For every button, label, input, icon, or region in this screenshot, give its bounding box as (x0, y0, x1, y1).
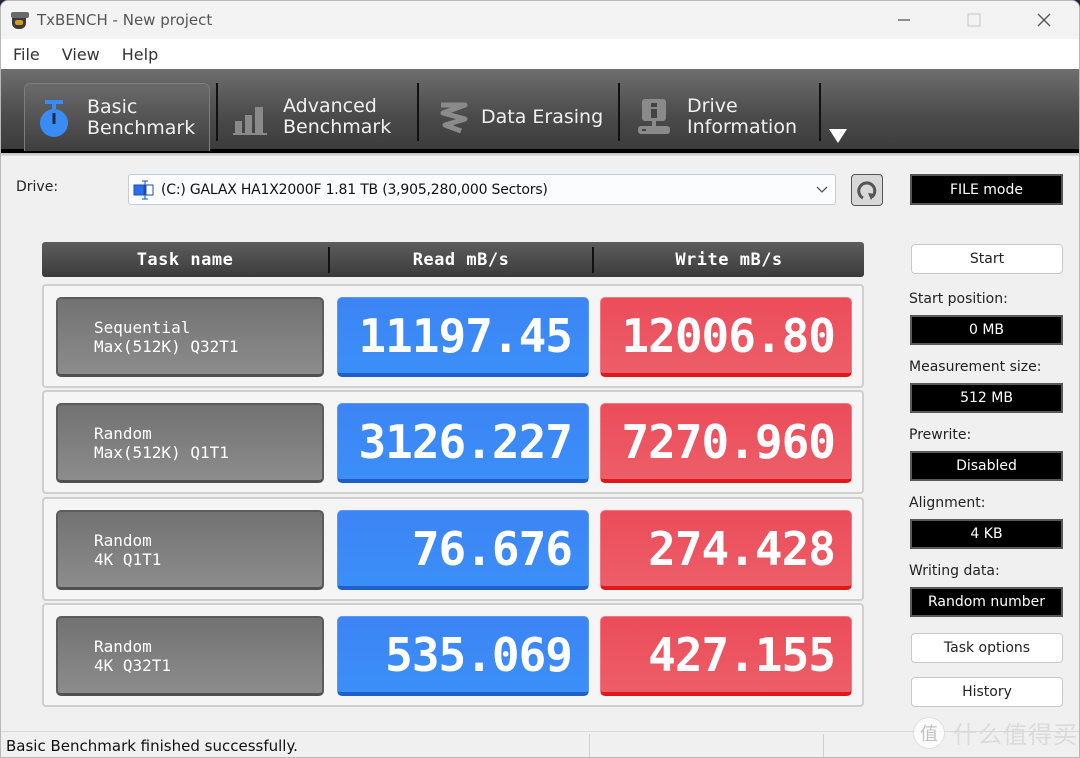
start-button[interactable]: Start (911, 244, 1063, 274)
read-value: 76.676 (337, 510, 589, 590)
task-name-line1: Sequential (94, 317, 191, 337)
result-row-random-512k-q1t1: Random Max(512K) Q1T1 3126.227 7270.960 (42, 390, 864, 494)
task-options-button[interactable]: Task options (911, 633, 1063, 663)
status-message: Basic Benchmark finished successfully. (6, 737, 298, 755)
result-row-random-4k-q1t1: Random 4K Q1T1 76.676 274.428 (42, 497, 864, 601)
more-tabs-dropdown-icon[interactable] (829, 129, 847, 143)
app-window: TxBENCH - New project File View Help Bas… (0, 0, 1080, 758)
drive-label: Drive: (16, 179, 59, 195)
task-name-line1: Random (94, 636, 152, 656)
alignment-label: Alignment: (909, 495, 986, 511)
read-value: 11197.45 (337, 297, 589, 377)
result-row-sequential-q32t1: Sequential Max(512K) Q32T1 11197.45 1200… (42, 284, 864, 388)
task-name-line2: Max(512K) Q1T1 (94, 442, 229, 462)
mode-indicator[interactable]: FILE mode (910, 174, 1063, 205)
tab-drive-line2: Information (687, 116, 797, 138)
tab-data-erasing-label: Data Erasing (481, 105, 604, 128)
tab-drive-line1: Drive (687, 95, 738, 117)
tab-divider (216, 83, 218, 141)
chevron-down-icon (816, 186, 828, 193)
results-table-header: Task name Read mB/s Write mB/s (42, 242, 864, 277)
stopwatch-icon (37, 98, 71, 138)
window-controls (869, 1, 1079, 39)
tab-advanced-line2: Benchmark (283, 116, 392, 138)
header-read: Read mB/s (412, 249, 510, 270)
menu-file[interactable]: File (13, 45, 40, 64)
title-bar: TxBENCH - New project (1, 1, 1079, 39)
menu-bar: File View Help (1, 39, 1079, 69)
write-value: 274.428 (600, 510, 852, 590)
read-value: 535.069 (337, 616, 589, 696)
drive-select-value: (C:) GALAX HA1X2000F 1.81 TB (3,905,280,… (161, 181, 548, 198)
task-button[interactable]: Sequential Max(512K) Q32T1 (56, 297, 324, 377)
tab-advanced-line1: Advanced (283, 95, 377, 117)
tab-basic-line2: Benchmark (87, 116, 196, 139)
minimize-icon (898, 19, 910, 21)
status-divider (589, 734, 590, 757)
refresh-drives-button[interactable] (851, 174, 883, 206)
drive-icon (133, 180, 154, 199)
tab-basic-benchmark[interactable]: Basic Benchmark (24, 83, 210, 151)
status-divider (823, 734, 824, 757)
write-value: 7270.960 (600, 403, 852, 483)
maximize-icon (967, 13, 981, 27)
menu-help[interactable]: Help (122, 45, 158, 64)
maximize-button[interactable] (939, 1, 1009, 39)
start-position-label: Start position: (909, 291, 1008, 307)
writing-data-value[interactable]: Random number (910, 587, 1063, 617)
prewrite-value[interactable]: Disabled (910, 451, 1063, 481)
result-row-random-4k-q32t1: Random 4K Q32T1 535.069 427.155 (42, 603, 864, 707)
task-name-line2: 4K Q32T1 (94, 655, 172, 675)
task-button[interactable]: Random Max(512K) Q1T1 (56, 403, 324, 483)
tab-divider (417, 83, 419, 141)
spring-icon (437, 97, 471, 137)
drive-info-icon (637, 97, 671, 137)
task-button[interactable]: Random 4K Q32T1 (56, 616, 324, 696)
task-name-line2: Max(512K) Q32T1 (94, 336, 239, 356)
drive-select[interactable]: (C:) GALAX HA1X2000F 1.81 TB (3,905,280,… (128, 174, 836, 205)
task-name-line2: 4K Q1T1 (94, 549, 162, 569)
watermark-text: 什么值得买 (953, 721, 1078, 749)
write-value: 427.155 (600, 616, 852, 696)
tab-basic-line1: Basic (87, 95, 138, 118)
measurement-size-label: Measurement size: (909, 359, 1042, 375)
drive-selector-row: Drive: (C:) GALAX HA1X2000F 1.81 TB (3,9… (1, 173, 1079, 207)
header-task-name: Task name (136, 249, 234, 270)
refresh-icon (857, 181, 877, 200)
measurement-size-value[interactable]: 512 MB (910, 383, 1063, 413)
tab-divider (618, 83, 620, 141)
task-name-line1: Random (94, 530, 152, 550)
tab-drive-information[interactable]: Drive Information (637, 83, 817, 151)
task-name-line1: Random (94, 423, 152, 443)
task-button[interactable]: Random 4K Q1T1 (56, 510, 324, 590)
watermark-logo-icon: 值 (913, 716, 945, 749)
prewrite-label: Prewrite: (909, 427, 972, 443)
tab-data-erasing[interactable]: Data Erasing (437, 83, 615, 151)
menu-view[interactable]: View (62, 45, 100, 64)
close-icon (1037, 13, 1051, 27)
window-title: TxBENCH - New project (37, 11, 213, 29)
writing-data-label: Writing data: (909, 563, 1000, 579)
tab-advanced-benchmark[interactable]: Advanced Benchmark (233, 83, 413, 151)
header-write: Write mB/s (675, 249, 783, 270)
bar-chart-icon (233, 97, 267, 137)
write-value: 12006.80 (600, 297, 852, 377)
watermark: 值 什么值得买 (913, 715, 1078, 750)
close-button[interactable] (1009, 1, 1079, 39)
start-position-value[interactable]: 0 MB (910, 315, 1063, 345)
history-button[interactable]: History (911, 677, 1063, 707)
main-toolbar: Basic Benchmark Advanced Benchmark Data … (1, 69, 1079, 156)
read-value: 3126.227 (337, 403, 589, 483)
alignment-value[interactable]: 4 KB (910, 519, 1063, 549)
minimize-button[interactable] (869, 1, 939, 39)
tab-divider (819, 83, 821, 141)
app-logo-icon (9, 10, 31, 30)
